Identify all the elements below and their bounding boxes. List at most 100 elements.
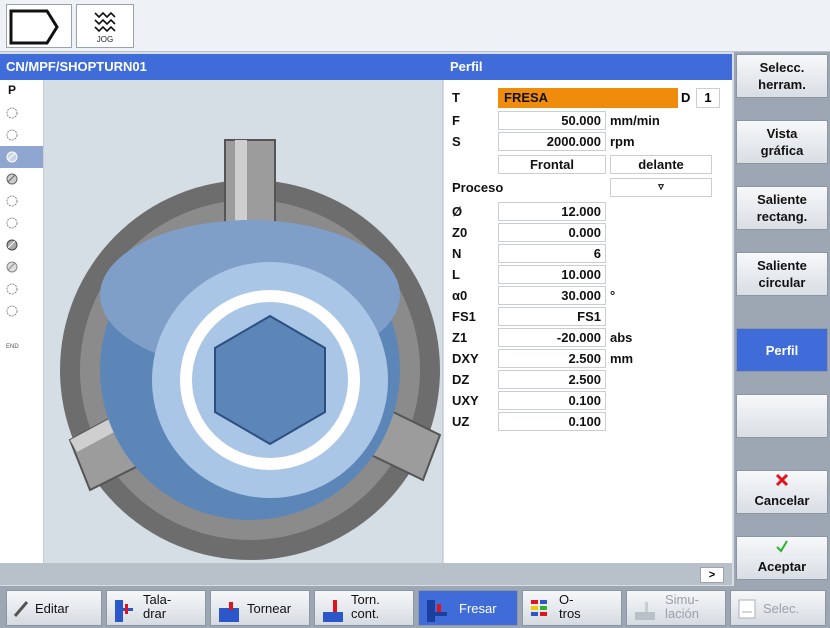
param-unit: °	[610, 288, 616, 303]
program-path: CN/MPF/SHOPTURN01	[6, 59, 147, 74]
simulation-label-1: Simu-	[665, 592, 699, 607]
param-label: DZ	[452, 372, 470, 387]
d-label: D	[681, 90, 691, 105]
position-select[interactable]: delante	[610, 155, 712, 174]
feed-label: F	[452, 113, 460, 128]
step-hatched-icon	[6, 239, 18, 251]
others-softkey[interactable]: O-tros	[522, 590, 622, 626]
param-label: Ø	[452, 204, 463, 219]
param-field[interactable]: 10.000	[498, 265, 606, 284]
contour-turn-label-1: Torn.	[351, 592, 380, 607]
profile-softkey[interactable]: Perfil	[736, 328, 828, 372]
turn-softkey[interactable]: Tornear	[210, 590, 310, 626]
accept-softkey[interactable]: Aceptar	[736, 536, 828, 580]
cancel-label: Cancelar	[754, 493, 810, 508]
operating-area-arrow-icon[interactable]	[6, 4, 72, 48]
step-outline-icon	[6, 129, 18, 141]
step-item[interactable]	[0, 124, 43, 146]
contour-turn-softkey[interactable]: Torn. cont.	[314, 590, 414, 626]
others-icon	[531, 600, 547, 616]
cancel-softkey[interactable]: Cancelar	[736, 470, 828, 514]
param-label: UZ	[452, 414, 470, 429]
graphic-view-softkey[interactable]: Vista gráfica	[736, 120, 828, 164]
mill-softkey[interactable]: Fresar	[418, 590, 518, 626]
speed-label: S	[452, 134, 461, 149]
scroll-right-button[interactable]: >	[700, 567, 724, 583]
step-end[interactable]: END	[6, 344, 19, 350]
nc-select-icon	[738, 599, 756, 619]
param-field[interactable]: 0.000	[498, 223, 606, 242]
step-item[interactable]	[0, 168, 43, 190]
feed-field[interactable]: 50.000	[498, 111, 606, 130]
param-label: Z1	[452, 330, 468, 345]
d-field[interactable]: 1	[696, 88, 720, 108]
step-program-header[interactable]: P	[8, 83, 16, 97]
param-field[interactable]: 30.000	[498, 286, 606, 305]
parameter-form: T FRESA D 1 F 50.000 mm/min S 2000.000 r…	[444, 80, 732, 563]
drill-softkey[interactable]: Tala-drar	[106, 590, 206, 626]
simulation-icon	[635, 602, 655, 620]
step-item[interactable]	[0, 278, 43, 300]
help-graphic	[45, 80, 443, 563]
step-outline-icon	[6, 107, 18, 119]
drill-label-2: drar	[143, 606, 167, 621]
param-label: L	[452, 267, 460, 282]
mill-icon	[427, 600, 447, 622]
form-title: Perfil	[450, 59, 483, 74]
step-item-selected[interactable]	[0, 146, 43, 168]
step-item[interactable]	[0, 212, 43, 234]
speed-unit: rpm	[610, 134, 635, 149]
rectangular-spigot-softkey[interactable]: Saliente rectang.	[736, 186, 828, 230]
step-hatched-icon	[6, 261, 18, 273]
feed-unit: mm/min	[610, 113, 660, 128]
param-field[interactable]: 0.100	[498, 391, 606, 410]
speed-field[interactable]: 2000.000	[498, 132, 606, 151]
tool-field[interactable]: FRESA	[498, 88, 678, 108]
circular-spigot-softkey[interactable]: Saliente circular	[736, 252, 828, 296]
program-step-list[interactable]: P END	[0, 80, 44, 563]
status-strip	[0, 563, 732, 585]
drill-icon	[115, 600, 133, 622]
param-field[interactable]: 6	[498, 244, 606, 263]
plane-select[interactable]: Frontal	[498, 155, 606, 174]
param-label: DXY	[452, 351, 479, 366]
process-select[interactable]: ▿	[610, 178, 712, 197]
step-item[interactable]	[0, 300, 43, 322]
step-outline-icon	[6, 217, 18, 229]
simulation-label-2: lación	[665, 606, 699, 621]
param-field[interactable]: 0.100	[498, 412, 606, 431]
param-label: FS1	[452, 309, 476, 324]
drill-label-1: Tala-	[143, 592, 172, 607]
edit-softkey[interactable]: Editar	[6, 590, 102, 626]
step-outline-icon	[6, 305, 18, 317]
step-item[interactable]	[0, 256, 43, 278]
param-unit: abs	[610, 330, 633, 345]
jog-mode-indicator: JOG	[76, 4, 134, 48]
title-bar: CN/MPF/SHOPTURN01 Perfil	[0, 54, 732, 80]
simulation-softkey[interactable]: Simu-lación	[626, 590, 726, 626]
param-field[interactable]: 2.500	[498, 349, 606, 368]
step-item[interactable]	[0, 102, 43, 124]
param-field[interactable]: -20.000	[498, 328, 606, 347]
param-label: Z0	[452, 225, 468, 240]
param-field[interactable]: 2.500	[498, 370, 606, 389]
mill-label: Fresar	[459, 601, 497, 616]
param-field[interactable]: 12.000	[498, 202, 606, 221]
empty-softkey[interactable]	[736, 394, 828, 438]
turn-icon	[219, 602, 239, 622]
jog-icon	[94, 11, 116, 33]
param-label: UXY	[452, 393, 479, 408]
param-unit: mm	[610, 351, 634, 366]
pencil-icon	[13, 601, 29, 617]
step-item[interactable]	[0, 190, 43, 212]
param-label: α0	[452, 288, 468, 303]
cancel-x-icon	[775, 473, 789, 487]
select-softkey[interactable]: Selec.	[730, 590, 826, 626]
edit-label: Editar	[35, 601, 69, 616]
select-tool-softkey[interactable]: Selecc. herram.	[736, 54, 828, 98]
param-field[interactable]: FS1	[498, 307, 606, 326]
step-item[interactable]	[0, 234, 43, 256]
contour-turn-icon	[323, 600, 343, 622]
process-label: Proceso	[452, 180, 504, 195]
others-label-1: O-	[559, 592, 574, 607]
